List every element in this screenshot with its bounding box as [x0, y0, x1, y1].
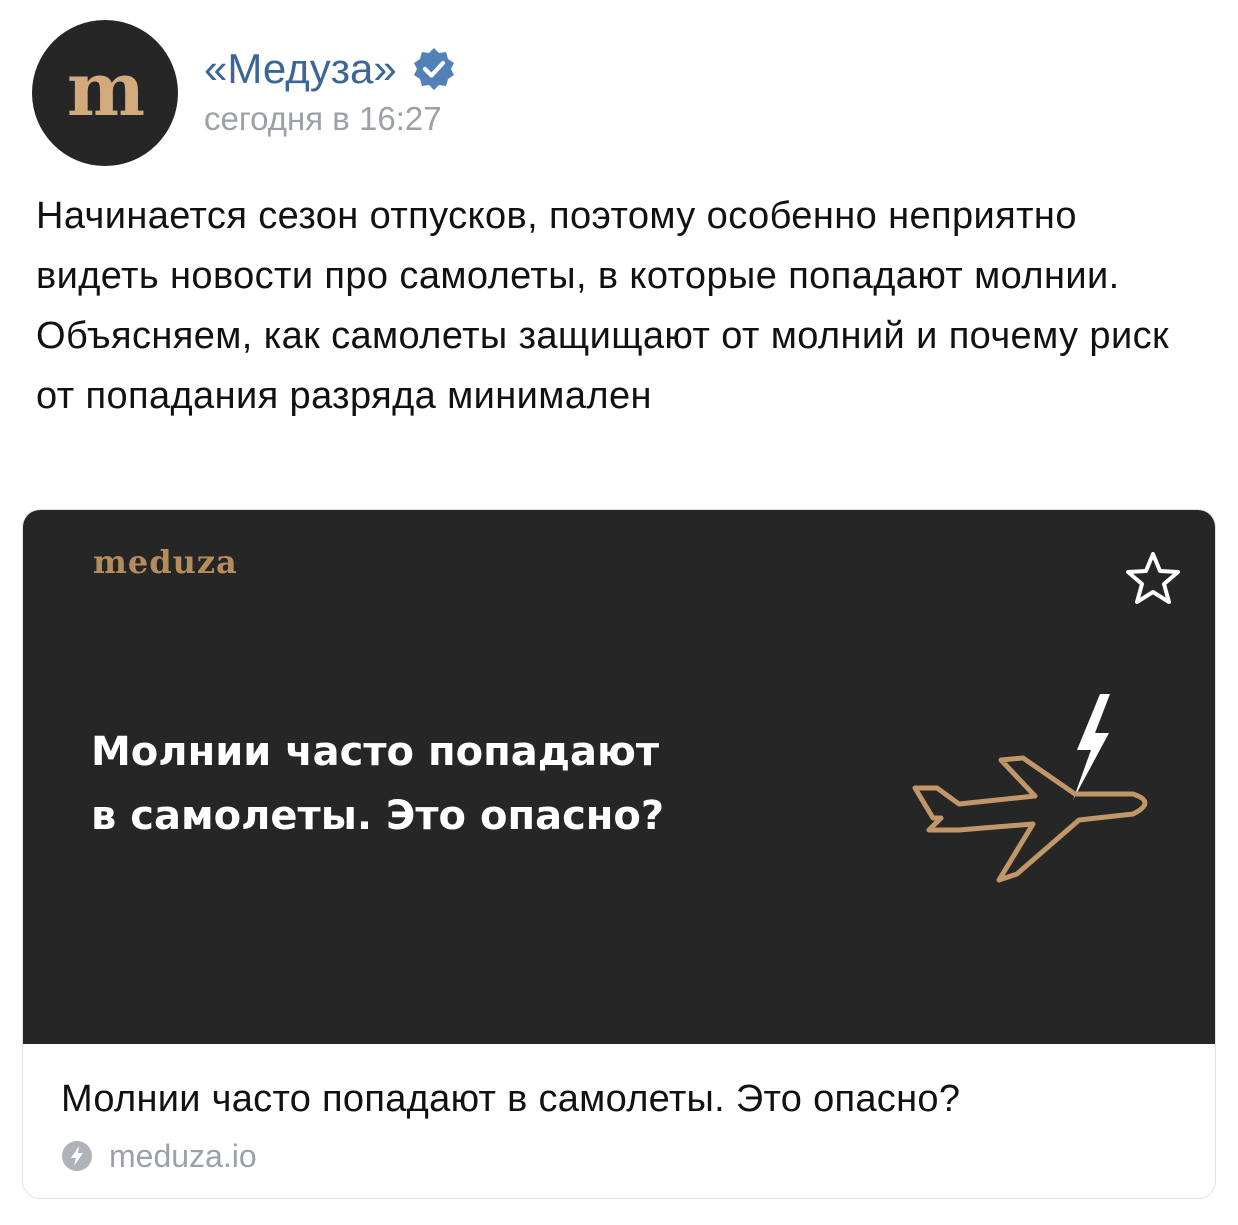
- card-footer[interactable]: Молнии часто попадают в самолеты. Это оп…: [23, 1044, 1215, 1198]
- post-timestamp[interactable]: сегодня в 16:27: [204, 102, 442, 135]
- author-name-link[interactable]: «Медуза»: [204, 48, 397, 90]
- card-headline-line-1: Молнии часто попадают: [91, 729, 660, 775]
- lightning-circle-icon: [62, 1141, 92, 1171]
- airplane-lightning-icon: [912, 694, 1148, 883]
- card-source: meduza.io: [61, 1136, 257, 1176]
- author-avatar[interactable]: m: [32, 20, 178, 166]
- card-preview-image[interactable]: meduza Молнии часто попадают в самолеты.…: [23, 510, 1215, 1044]
- meduza-logo: meduza: [93, 543, 238, 581]
- post-header: m «Медуза» сегодня в 16:27: [32, 20, 1212, 170]
- verified-badge-icon: [413, 48, 454, 90]
- avatar-logo: m: [66, 47, 145, 133]
- source-domain: meduza.io: [109, 1138, 257, 1174]
- card-headline-line-2: в самолеты. Это опасно?: [91, 793, 665, 839]
- star-outline-icon[interactable]: [1118, 544, 1188, 614]
- post-text: Начинается сезон отпусков, поэтому особе…: [36, 195, 1169, 417]
- card-image-headline: Молнии часто попадают в самолеты. Это оп…: [91, 720, 811, 848]
- card-title[interactable]: Молнии часто попадают в самолеты. Это оп…: [61, 1080, 960, 1118]
- link-preview-card[interactable]: meduza Молнии часто попадают в самолеты.…: [22, 509, 1216, 1199]
- author-line: «Медуза»: [204, 42, 457, 96]
